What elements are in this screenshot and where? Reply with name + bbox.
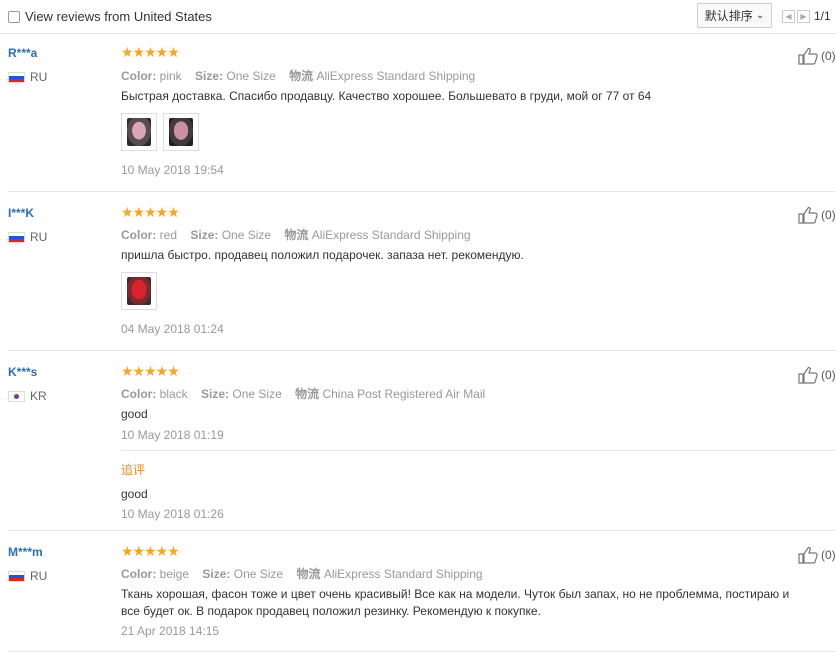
reviewer-country: RU bbox=[8, 569, 47, 583]
sort-dropdown[interactable]: 默认排序 ⌄ bbox=[697, 3, 772, 28]
reviewer-name[interactable]: K***s bbox=[8, 365, 37, 379]
review-attributes: Color: black Size: One Size 物流 China Pos… bbox=[121, 387, 486, 401]
filter-label: View reviews from United States bbox=[25, 9, 212, 24]
thumbs-up-icon bbox=[798, 547, 818, 564]
country-code: RU bbox=[30, 70, 48, 84]
review-text: пришла быстро. продавец положил подароче… bbox=[121, 248, 524, 262]
review-photo[interactable] bbox=[163, 113, 199, 151]
helpful-button[interactable]: (0) bbox=[797, 546, 836, 564]
review-date: 21 Apr 2018 14:15 bbox=[121, 624, 220, 638]
review-divider bbox=[8, 191, 836, 192]
kr-flag-icon bbox=[8, 390, 25, 402]
review-divider bbox=[8, 350, 836, 351]
page-count: 1/1 bbox=[814, 9, 831, 23]
followup-date: 10 May 2018 01:26 bbox=[121, 507, 224, 521]
review-date: 04 May 2018 01:24 bbox=[121, 322, 224, 336]
prev-page-icon[interactable]: ◀ bbox=[782, 9, 795, 23]
followup-divider bbox=[121, 450, 836, 451]
helpful-count: (0) bbox=[821, 548, 836, 562]
ru-flag-icon bbox=[8, 570, 25, 582]
star-rating: ★★★★★' bbox=[121, 44, 180, 60]
followup-label: 追评 bbox=[121, 463, 146, 477]
ru-flag-icon bbox=[8, 71, 25, 83]
thumbs-up-icon bbox=[798, 48, 818, 65]
review-text: Быстрая доставка. Спасибо продавцу. Каче… bbox=[121, 89, 652, 103]
reviewer-country: RU bbox=[8, 70, 47, 84]
review-attributes: Color: pink Size: One Size 物流 AliExpress… bbox=[121, 69, 476, 83]
thumbs-up-icon bbox=[798, 367, 818, 384]
helpful-count: (0) bbox=[821, 368, 836, 382]
followup-text: good bbox=[121, 487, 148, 501]
reviewer-country: RU bbox=[8, 230, 47, 244]
review-text: Ткань хорошая, фасон тоже и цвет очень к… bbox=[121, 587, 790, 618]
chevron-down-icon: ⌄ bbox=[755, 10, 765, 21]
review-divider bbox=[8, 530, 836, 531]
review-photo[interactable] bbox=[121, 272, 157, 310]
review-text: good bbox=[121, 407, 148, 421]
review-date: 10 May 2018 19:54 bbox=[121, 163, 224, 177]
ru-flag-icon bbox=[8, 231, 25, 243]
us-reviews-filter[interactable]: View reviews from United States bbox=[8, 9, 212, 24]
next-page-icon[interactable]: ▶ bbox=[797, 9, 810, 23]
review-divider bbox=[8, 651, 836, 652]
reviewer-name[interactable]: R***a bbox=[8, 46, 37, 60]
helpful-count: (0) bbox=[821, 208, 836, 222]
star-rating: ★★★★★' bbox=[121, 543, 180, 559]
helpful-button[interactable]: (0) bbox=[797, 206, 836, 224]
sort-label: 默认排序 bbox=[704, 9, 753, 23]
star-rating: ★★★★★' bbox=[121, 204, 180, 220]
review-attributes: Color: beige Size: One Size 物流 AliExpres… bbox=[121, 567, 483, 581]
review-attributes: Color: red Size: One Size 物流 AliExpress … bbox=[121, 228, 471, 242]
reviewer-country: KR bbox=[8, 389, 47, 403]
reviews-toolbar: View reviews from United States 默认排序 ⌄ ◀… bbox=[0, 0, 836, 34]
reviewer-name[interactable]: I***K bbox=[8, 206, 34, 220]
country-code: KR bbox=[30, 389, 47, 403]
country-code: RU bbox=[30, 230, 48, 244]
review-date: 10 May 2018 01:19 bbox=[121, 428, 224, 442]
filter-checkbox[interactable] bbox=[8, 10, 20, 23]
pagination: ◀ ▶ 1/1 bbox=[782, 9, 831, 23]
star-rating: ★★★★★' bbox=[121, 363, 180, 379]
thumbs-up-icon bbox=[798, 207, 818, 224]
helpful-button[interactable]: (0) bbox=[797, 47, 836, 65]
review-photo[interactable] bbox=[121, 113, 157, 151]
country-code: RU bbox=[30, 569, 48, 583]
reviewer-name[interactable]: M***m bbox=[8, 545, 43, 559]
helpful-button[interactable]: (0) bbox=[797, 366, 836, 384]
helpful-count: (0) bbox=[821, 49, 836, 63]
